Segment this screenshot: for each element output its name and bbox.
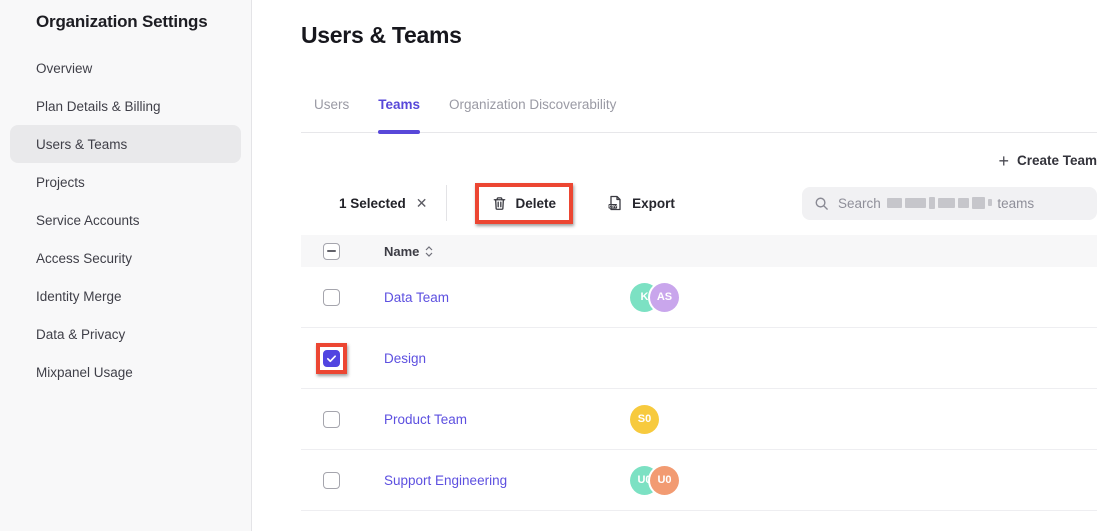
sidebar-item-service-accounts[interactable]: Service Accounts (10, 201, 241, 239)
row-checkbox[interactable] (323, 289, 340, 306)
table-row-data-team: Data Team KAS (301, 267, 1097, 328)
row-checkbox[interactable] (323, 350, 340, 367)
delete-label: Delete (516, 196, 557, 211)
sidebar-item-identity-merge[interactable]: Identity Merge (10, 277, 241, 315)
name-column-header[interactable]: Name (384, 244, 419, 259)
table-row-product-team: Product Team S0 (301, 389, 1097, 450)
selected-count-label: 1 Selected (339, 196, 406, 211)
table-row-design: Design (301, 328, 1097, 389)
avatar: S0 (630, 405, 659, 434)
team-name-link[interactable]: Data Team (384, 290, 449, 305)
member-avatars: U0U0 (630, 466, 679, 495)
tab-bar: Users Teams Organization Discoverability (301, 97, 1097, 133)
sidebar-item-users-teams[interactable]: Users & Teams (10, 125, 241, 163)
team-name-link[interactable]: Product Team (384, 412, 467, 427)
create-team-label: Create Team (1017, 153, 1097, 168)
main-content: Users & Teams Users Teams Organization Dis… (252, 0, 1108, 531)
row-checkbox[interactable] (323, 472, 340, 489)
export-label: Export (632, 196, 675, 211)
checkbox-annotation-box (316, 343, 347, 374)
sidebar-item-overview[interactable]: Overview (10, 49, 241, 87)
delete-button[interactable]: Delete (482, 190, 567, 217)
avatar: U0 (650, 466, 679, 495)
csv-file-icon: CSV (607, 195, 623, 211)
select-all-checkbox[interactable] (323, 243, 340, 260)
team-name-link[interactable]: Support Engineering (384, 473, 507, 488)
member-avatars: S0 (630, 405, 659, 434)
tab-teams[interactable]: Teams (378, 97, 420, 132)
create-team-button[interactable]: + Create Team (998, 153, 1097, 168)
table-header: Name (301, 235, 1097, 267)
app-window: Organization Settings OverviewPlan Detai… (0, 0, 1108, 531)
tab-users[interactable]: Users (314, 97, 349, 132)
redacted-text (887, 197, 992, 209)
sidebar: Organization Settings OverviewPlan Detai… (0, 0, 252, 531)
sidebar-title: Organization Settings (36, 12, 251, 32)
search-input[interactable]: Search teams (802, 187, 1097, 220)
table-row-support-engineering: Support Engineering U0U0 (301, 450, 1097, 511)
sidebar-item-data-privacy[interactable]: Data & Privacy (10, 315, 241, 353)
svg-text:CSV: CSV (609, 204, 617, 209)
sidebar-item-access-security[interactable]: Access Security (10, 239, 241, 277)
sidebar-item-mixpanel-usage[interactable]: Mixpanel Usage (10, 353, 241, 391)
export-button[interactable]: CSV Export (597, 189, 685, 217)
row-checkbox[interactable] (323, 411, 340, 428)
teams-table: Name Data Team KAS Design Product Team S0 Sup… (301, 235, 1097, 511)
delete-annotation-box: Delete (475, 183, 574, 224)
member-avatars: KAS (630, 283, 679, 312)
table-body: Data Team KAS Design Product Team S0 Support … (301, 267, 1097, 511)
sidebar-item-projects[interactable]: Projects (10, 163, 241, 201)
page-title: Users & Teams (301, 22, 1097, 49)
team-name-link[interactable]: Design (384, 351, 426, 366)
sort-icon[interactable] (425, 246, 433, 257)
toolbar: 1 Selected ✕ Delete (301, 180, 1097, 226)
clear-selection-icon[interactable]: ✕ (416, 195, 428, 212)
toolbar-divider (446, 185, 447, 221)
selection-summary: 1 Selected ✕ (339, 195, 428, 212)
create-row: + Create Team (301, 153, 1097, 168)
search-icon (814, 196, 829, 211)
sidebar-item-plan-details-billing[interactable]: Plan Details & Billing (10, 87, 241, 125)
trash-icon (492, 196, 507, 211)
avatar: AS (650, 283, 679, 312)
sidebar-nav: OverviewPlan Details & BillingUsers & Te… (0, 49, 251, 391)
search-placeholder: Search teams (838, 196, 1034, 211)
tab-organization-discoverability[interactable]: Organization Discoverability (449, 97, 616, 132)
plus-icon: + (998, 154, 1009, 168)
